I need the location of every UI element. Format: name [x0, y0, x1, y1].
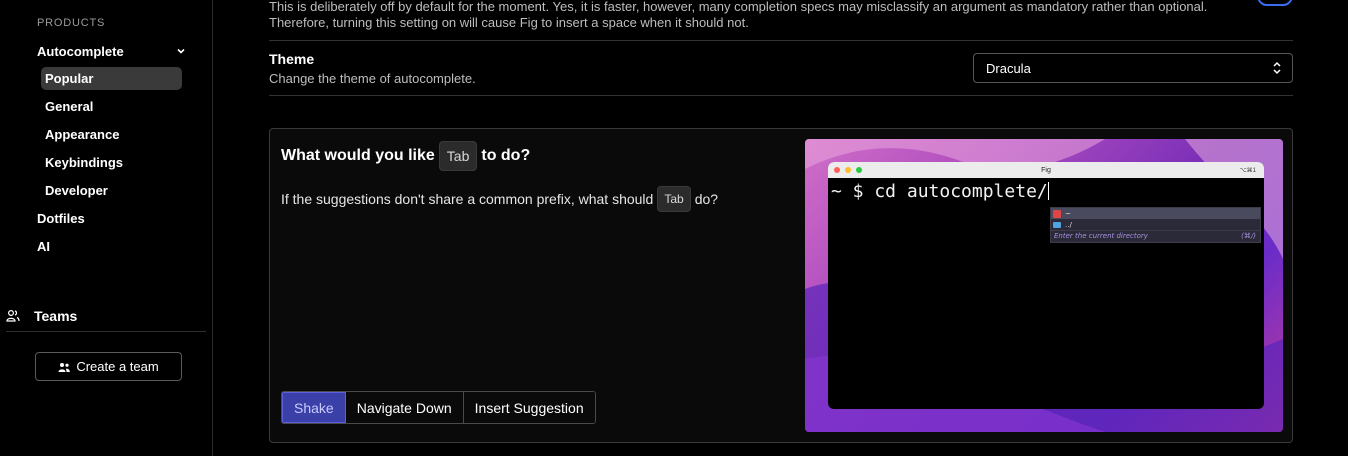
prompt-text: ~ $ cd autocomplete/: [831, 181, 1048, 202]
divider: [6, 331, 206, 332]
option-shake-button[interactable]: Shake: [282, 392, 346, 423]
folder-icon: [1053, 209, 1061, 218]
theme-title: Theme: [269, 51, 315, 67]
setting-description: This is deliberately off by default for …: [269, 0, 1208, 30]
users-icon: [6, 309, 20, 322]
terminal-prompt: ~ $ cd autocomplete/: [831, 181, 1049, 202]
sidebar-item-label: AI: [37, 239, 50, 254]
autocomplete-popup: ~ ../ Enter the current directory (⌘/): [1050, 207, 1261, 243]
suggestion-desc-text: Enter the current directory: [1054, 232, 1148, 240]
theme-selected-value: Dracula: [986, 60, 1031, 76]
sidebar-item-general[interactable]: General: [41, 95, 182, 118]
suggestion-text: ../: [1065, 220, 1072, 229]
sidebar-item-label: Appearance: [45, 127, 120, 142]
sidebar-item-popular[interactable]: Popular: [41, 67, 182, 90]
suggestion-hint: (⌘/): [1241, 232, 1256, 240]
suggestion-text: ~: [1065, 209, 1071, 218]
sidebar-item-label: Popular: [45, 71, 94, 86]
create-team-label: Create a team: [76, 359, 159, 374]
chevron-up-down-icon: [1273, 61, 1281, 75]
title-text: What would you like: [281, 147, 435, 164]
sidebar-item-developer[interactable]: Developer: [41, 179, 182, 202]
suggestion-row: ../: [1051, 219, 1260, 230]
sidebar-item-keybindings[interactable]: Keybindings: [41, 151, 182, 174]
users-icon: [58, 362, 71, 372]
sidebar: PRODUCTS Autocomplete Popular General Ap…: [0, 0, 213, 456]
sidebar-item-ai[interactable]: AI: [37, 239, 50, 254]
chevron-down-icon: [177, 48, 185, 54]
tab-key-badge: Tab: [438, 141, 478, 171]
section-label-products: PRODUCTS: [37, 17, 106, 29]
sidebar-item-label: Autocomplete: [37, 43, 124, 59]
divider: [269, 95, 1293, 96]
sidebar-item-teams[interactable]: Teams: [6, 308, 77, 324]
terminal-window: Fig ⌥⌘1 ~ $ cd autocomplete/ ~ ../ Enter…: [828, 162, 1264, 409]
sidebar-item-label: Developer: [45, 183, 108, 198]
terminal-titlebar: Fig ⌥⌘1: [828, 162, 1264, 178]
theme-select[interactable]: Dracula: [973, 53, 1293, 83]
suggestion-row: ~: [1051, 208, 1260, 219]
setting-toggle[interactable]: [1257, 0, 1293, 6]
text-caret: [1047, 182, 1049, 200]
app-root: PRODUCTS Autocomplete Popular General Ap…: [0, 0, 1348, 456]
description-text: do?: [694, 191, 719, 207]
title-text: to do?: [481, 147, 531, 164]
theme-description: Change the theme of autocomplete.: [269, 71, 476, 86]
sidebar-item-label: General: [45, 99, 94, 114]
sidebar-item-appearance[interactable]: Appearance: [41, 123, 182, 146]
tab-key-badge: Tab: [657, 186, 691, 212]
folder-icon: [1053, 221, 1061, 228]
sidebar-item-label: Dotfiles: [37, 211, 85, 226]
preview-image: Fig ⌥⌘1 ~ $ cd autocomplete/ ~ ../ Enter…: [805, 139, 1283, 432]
create-team-button[interactable]: Create a team: [35, 352, 182, 381]
sidebar-item-label: Teams: [34, 308, 78, 324]
tab-behavior-description: If the suggestions don't share a common …: [281, 186, 718, 212]
option-navigate-down-button[interactable]: Navigate Down: [345, 392, 464, 423]
tab-behavior-card: What would you like Tab to do? If the su…: [269, 128, 1293, 443]
description-text: If the suggestions don't share a common …: [281, 191, 654, 207]
sidebar-item-dotfiles[interactable]: Dotfiles: [37, 211, 85, 226]
tab-behavior-segmented-control: Shake Navigate Down Insert Suggestion: [281, 391, 596, 424]
terminal-shortcut: ⌥⌘1: [1239, 167, 1256, 174]
sidebar-item-label: Keybindings: [45, 155, 124, 170]
option-insert-suggestion-button[interactable]: Insert Suggestion: [463, 392, 595, 423]
terminal-title: Fig: [1041, 166, 1051, 174]
tab-behavior-title: What would you like Tab to do?: [281, 141, 530, 171]
sidebar-item-autocomplete[interactable]: Autocomplete: [37, 42, 187, 60]
suggestion-description: Enter the current directory (⌘/): [1051, 230, 1260, 240]
divider: [269, 40, 1293, 41]
